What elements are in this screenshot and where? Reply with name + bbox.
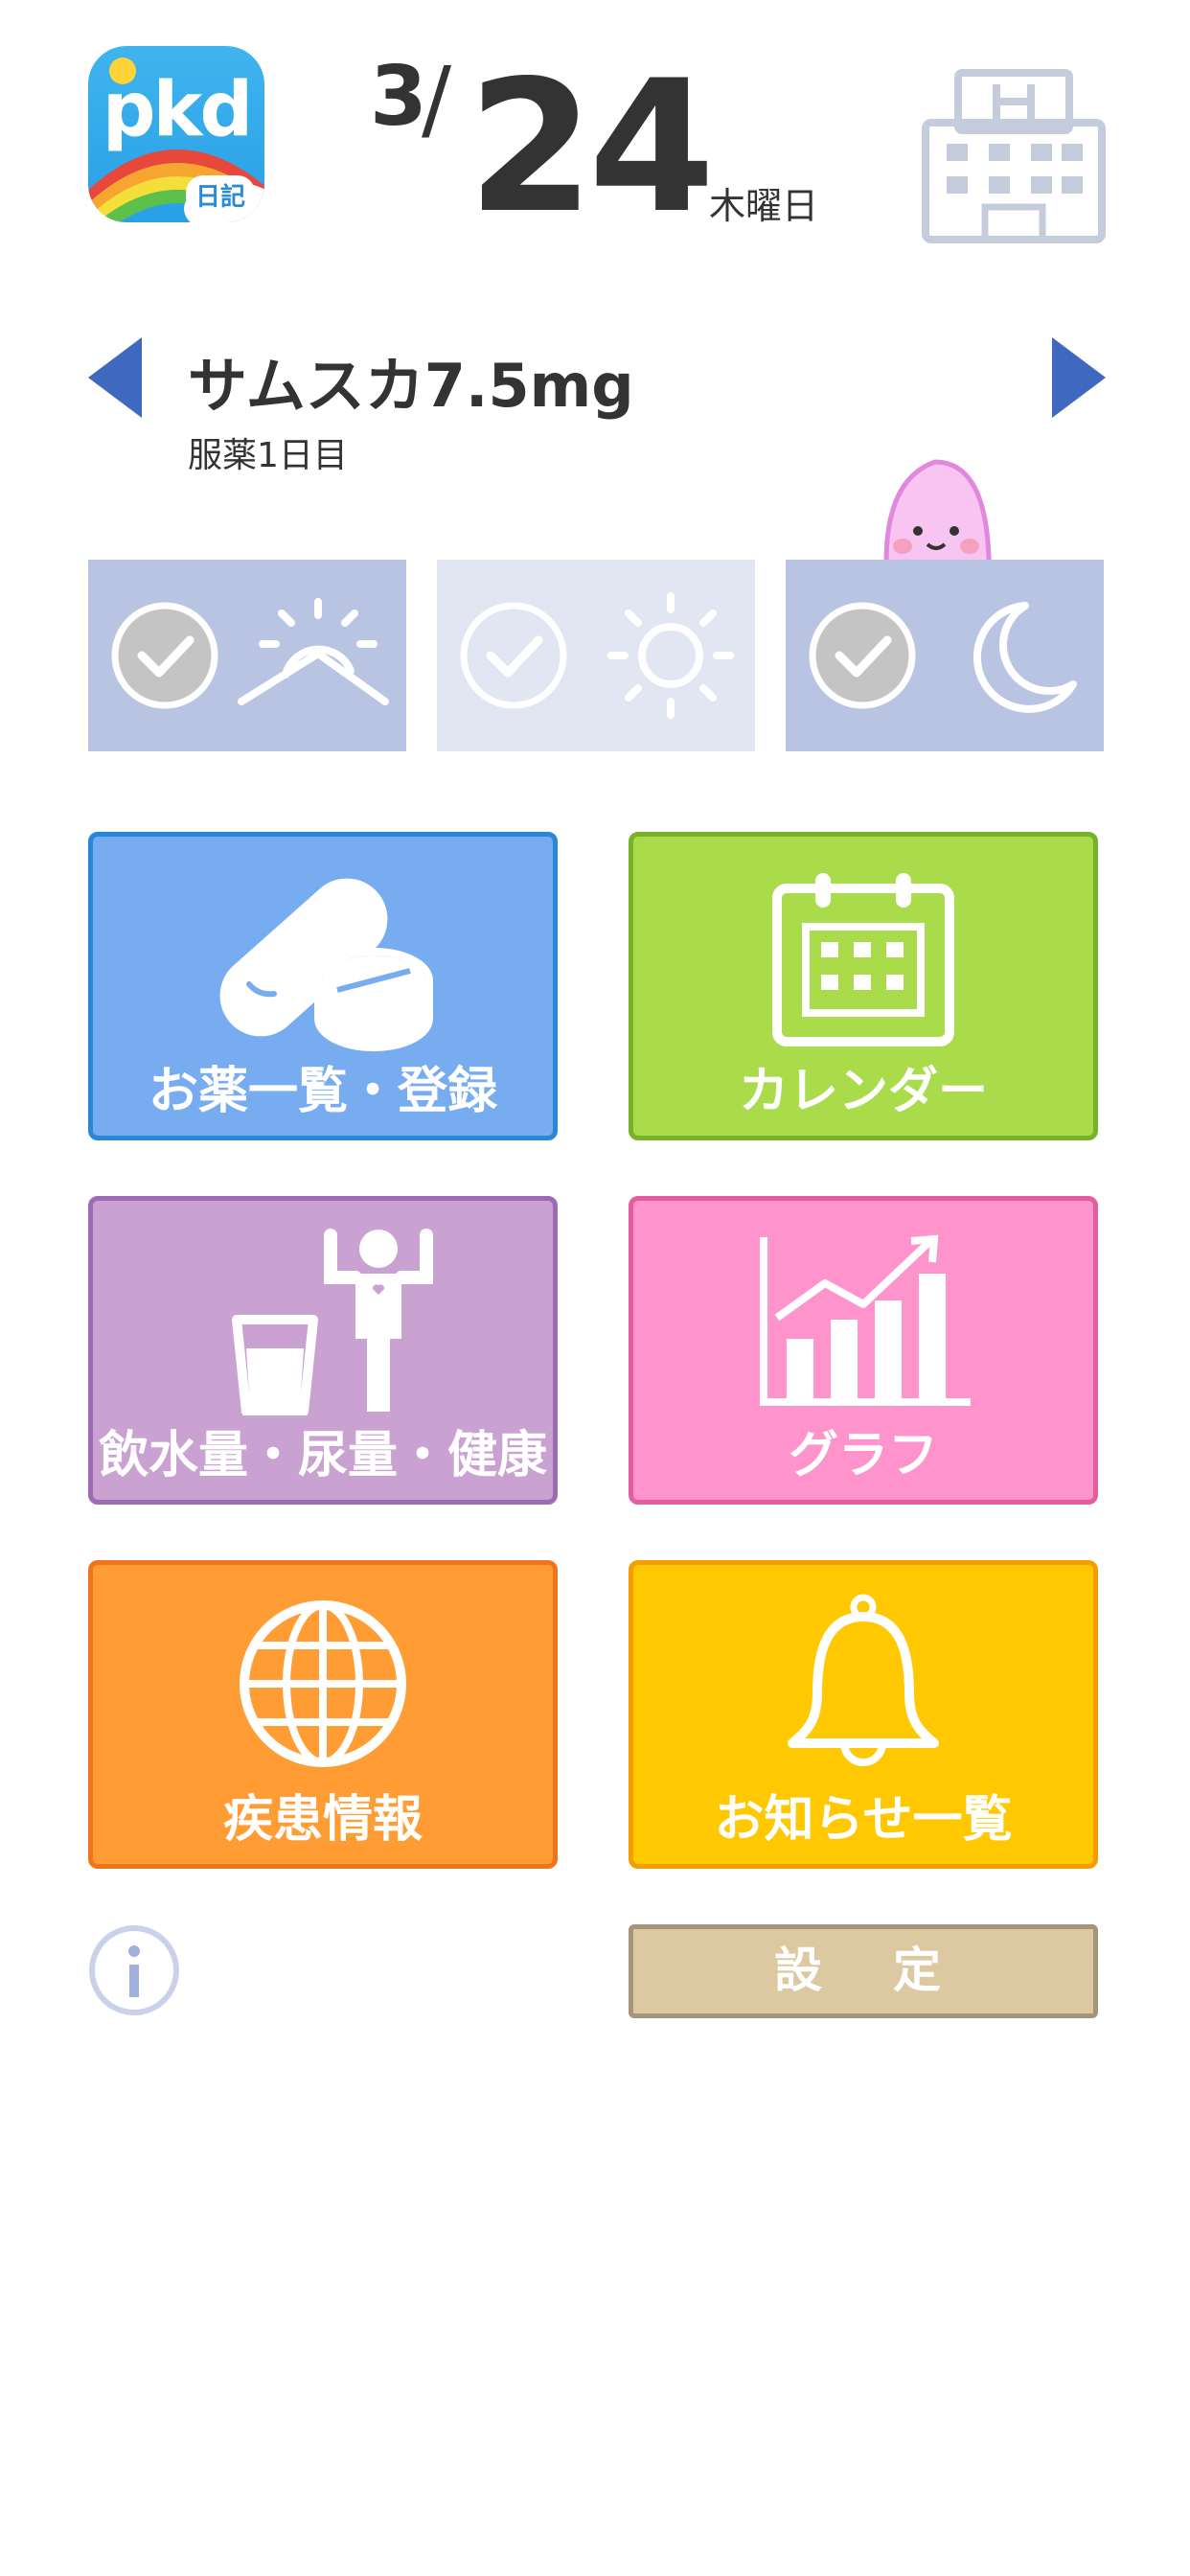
moon-icon — [973, 602, 1077, 713]
check-icon — [460, 602, 567, 709]
tile-notices[interactable]: お知らせ一覧 — [629, 1560, 1098, 1869]
settings-button[interactable]: 設 定 — [629, 1924, 1098, 2018]
date-slash: / — [422, 48, 451, 150]
logo-text: pkd — [102, 67, 254, 153]
tile-graph[interactable]: グラフ — [629, 1196, 1098, 1505]
tile-medicine-list[interactable]: お薬一覧・登録 — [88, 832, 558, 1140]
medication-day: 服薬1日目 — [188, 436, 348, 475]
tile-water-health[interactable]: 飲水量・尿量・健康 — [88, 1196, 558, 1505]
weekday: 木曜日 — [709, 185, 819, 227]
check-icon — [111, 602, 218, 709]
sunrise-icon — [238, 598, 389, 705]
previous-arrow-icon[interactable] — [88, 337, 142, 418]
calendar-icon — [772, 873, 954, 1046]
tile-label: 疾患情報 — [222, 1791, 423, 1849]
pill-icon — [219, 878, 433, 1051]
tile-label: お知らせ一覧 — [714, 1791, 1013, 1849]
tile-label: お薬一覧・登録 — [148, 1063, 497, 1120]
slot-night[interactable] — [786, 560, 1104, 751]
water-person-icon — [232, 1229, 433, 1415]
globe-icon — [240, 1600, 406, 1767]
next-arrow-icon[interactable] — [1052, 337, 1106, 418]
bell-icon — [788, 1594, 939, 1766]
medication-name: サムスカ7.5mg — [188, 351, 634, 421]
app-logo: pkd 日記 — [88, 46, 264, 222]
tile-label: カレンダー — [738, 1063, 988, 1120]
tile-disease-info[interactable]: 疾患情報 — [88, 1560, 558, 1869]
date-month: 3 — [370, 49, 427, 145]
info-icon[interactable] — [88, 1924, 180, 2016]
slot-noon[interactable] — [437, 560, 755, 751]
tile-label: 飲水量・尿量・健康 — [98, 1427, 547, 1484]
sun-icon — [607, 592, 734, 719]
date-day: 24 — [468, 41, 715, 253]
bar-chart-icon — [760, 1234, 971, 1406]
slot-morning[interactable] — [88, 560, 406, 751]
logo-badge: 日記 — [185, 175, 255, 215]
check-icon — [809, 602, 916, 709]
hospital-icon[interactable] — [918, 65, 1110, 243]
tile-calendar[interactable]: カレンダー — [629, 832, 1098, 1140]
tile-label: グラフ — [788, 1427, 938, 1484]
